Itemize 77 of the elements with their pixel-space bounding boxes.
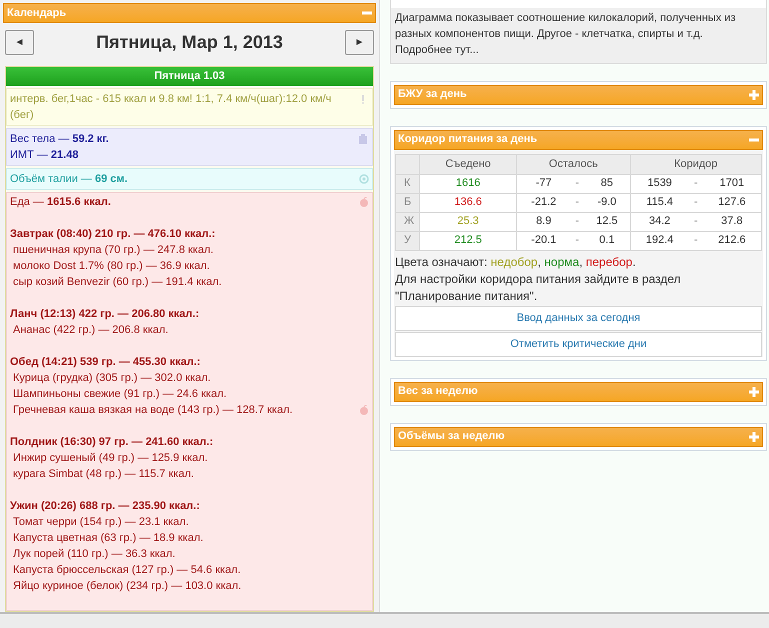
table-cell: 0.1 (584, 231, 630, 250)
table-cell: 127.6 (702, 193, 762, 212)
table-cell: 1539 (630, 174, 689, 193)
table-cell: 192.4 (630, 231, 689, 250)
column-header: Коридор (630, 154, 762, 174)
scale-icon (359, 134, 369, 144)
table-cell: 85 (584, 174, 630, 193)
meal-heading: Завтрак (08:40) 210 гр. — 476.10 ккал.: (10, 227, 216, 242)
table-cell: 37.8 (702, 212, 762, 231)
food-item: Капуста брюссельская (127 гр.) — 54.6 ккал. (12, 563, 241, 578)
action-button[interactable]: Отметить критические дни (395, 332, 762, 356)
weight-entry: Вес тела — 59.2 кг. (10, 132, 109, 147)
panel-title: Вес за неделю (398, 384, 478, 400)
eaten-cell: 1616 (420, 174, 517, 193)
food-item: молоко Dost 1.7% (80 гр.) — 36.9 ккал. (12, 259, 210, 274)
eaten-cell: 212.5 (420, 231, 517, 250)
food-item: Лук порей (110 гр.) — 36.3 ккал. (12, 547, 176, 562)
expand-icon[interactable] (749, 432, 759, 442)
food-item: Томат черри (154 гр.) — 23.1 ккал. (12, 515, 189, 530)
food-item: пшеничная крупа (70 гр.) — 247.8 ккал. (12, 243, 214, 258)
table-cell: 115.4 (630, 193, 689, 212)
date-title: Пятница, Мар 1, 2013 (96, 31, 283, 54)
table-cell: - (570, 212, 584, 231)
food-item: Капуста цветная (63 гр.) — 18.9 ккал. (12, 531, 204, 546)
waist-entry: Объём талии — 69 см. (10, 172, 128, 187)
row-label: У (396, 231, 420, 250)
meal-heading: Обед (14:21) 539 гр. — 455.30 ккал.: (10, 355, 202, 370)
table-cell: - (570, 231, 584, 250)
meal-heading: Ланч (12:13) 422 гр. — 206.80 ккал.: (10, 307, 200, 322)
eaten-cell: 136.6 (420, 193, 517, 212)
activity-entry: интерв. бег,1час - 615 ккал и 9.8 км! 1:1, 7.4 км/ч(шаг):12.0 км/ч (бег) (10, 92, 332, 123)
table-cell: 34.2 (630, 212, 689, 231)
eaten-cell: 25.3 (420, 212, 517, 231)
table-cell: 12.5 (584, 212, 630, 231)
food-item: Шампиньоны свежие (91 гр.) — 24.6 ккал. (12, 387, 227, 402)
more-link[interactable]: Подробнее тут... (395, 44, 479, 56)
food-item: Гречневая каша вязкая на воде (143 гр.) — 128.7 ккал. (12, 403, 293, 418)
chart-description: Диаграмма показывает соотношение килокалорий, полученных из разных компонентов пищи. Другое - клетчатка, спирты и т.д. (395, 11, 737, 42)
panel-title: Коридор питания за день (398, 132, 538, 148)
table-cell: - (570, 193, 584, 212)
previous-day-button[interactable]: ◄ (5, 30, 34, 55)
table-cell: -77 (516, 174, 570, 193)
food-item: сыр козий Benvezir (60 гр.) — 191.4 ккал. (12, 275, 222, 290)
column-header: Съедено (420, 154, 517, 174)
table-cell: -21.2 (516, 193, 570, 212)
food-item: Курица (грудка) (305 гр.) — 302.0 ккал. (12, 371, 211, 386)
food-item: Яйцо куриное (белок) (234 гр.) — 103.0 ккал. (12, 579, 242, 594)
table-cell: -20.1 (516, 231, 570, 250)
table-cell: 212.6 (702, 231, 762, 250)
row-label: К (396, 174, 420, 193)
color-legend: Цвета означают: недобор, норма, перебор. (395, 254, 762, 270)
weight-entry: ИМТ — 21.48 (10, 148, 80, 163)
table-cell: - (570, 174, 584, 193)
panel-title: Календарь (7, 6, 66, 21)
apple-icon (359, 405, 369, 415)
meal-heading: Ужин (20:26) 688 гр. — 235.90 ккал.: (10, 499, 201, 514)
expand-icon[interactable] (749, 386, 759, 396)
expand-icon[interactable] (749, 90, 759, 100)
column-header: Осталось (516, 154, 630, 174)
table-cell: 8.9 (516, 212, 570, 231)
settings-note: Для настройки коридора питания зайдите в раздел "Планирование питания". (395, 270, 682, 304)
food-item: курага Simbat (48 гр.) — 115.7 ккал. (12, 467, 194, 482)
panel-title: Объёмы за неделю (398, 429, 505, 444)
panel-title: БЖУ за день (398, 87, 467, 102)
table-cell: -9.0 (584, 193, 630, 212)
food-total: Еда — 1615.6 ккал. (10, 195, 111, 210)
day-header: Пятница 1.03 (6, 67, 373, 86)
food-item: Инжир сушеный (49 гр.) — 125.9 ккал. (12, 451, 208, 466)
food-item: Ананас (422 гр.) — 206.8 ккал. (12, 323, 168, 338)
meal-heading: Полдник (16:30) 97 гр. — 241.60 ккал.: (10, 435, 214, 450)
table-cell: 1701 (702, 174, 762, 193)
row-label: Б (396, 193, 420, 212)
action-button[interactable]: Ввод данных за сегодня (395, 306, 762, 330)
tape-icon (359, 174, 369, 184)
next-day-button[interactable]: ► (345, 30, 374, 55)
apple-icon (359, 197, 369, 207)
row-label: Ж (396, 212, 420, 231)
